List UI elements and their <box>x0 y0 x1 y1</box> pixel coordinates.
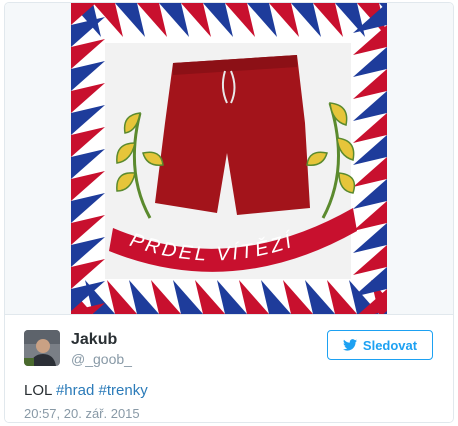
flag-image: PRDEL VÍTĚZÍ <box>71 3 387 314</box>
avatar-photo <box>24 330 60 366</box>
author-name[interactable]: Jakub <box>71 331 117 349</box>
follow-button[interactable]: Sledovat <box>327 330 433 360</box>
hashtag-hrad[interactable]: #hrad <box>56 382 94 399</box>
tweet-text: LOL #hrad #trenky <box>24 382 148 399</box>
tweet-media-photo[interactable]: PRDEL VÍTĚZÍ <box>5 3 453 314</box>
tweet-text-prefix: LOL <box>24 382 56 399</box>
author-handle[interactable]: @_goob_ <box>71 351 132 367</box>
tweet-footer: Jakub @_goob_ Sledovat LOL #hrad #trenky… <box>5 314 453 422</box>
twitter-bird-icon <box>342 339 357 351</box>
tweet-timestamp[interactable]: 20:57, 20. zář. 2015 <box>24 406 140 421</box>
tweet-card: PRDEL VÍTĚZÍ Jakub @_goob_ Sledovat LOL … <box>4 2 454 423</box>
follow-button-label: Sledovat <box>362 337 418 353</box>
hashtag-trenky[interactable]: #trenky <box>99 382 148 399</box>
avatar[interactable] <box>24 330 60 366</box>
